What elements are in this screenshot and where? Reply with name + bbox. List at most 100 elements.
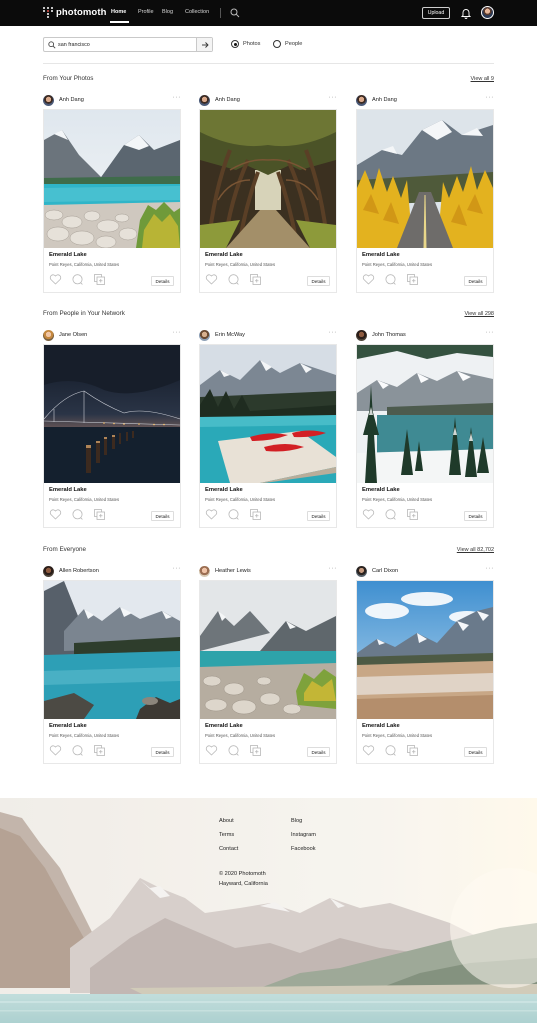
more-icon[interactable]: ···: [329, 94, 338, 102]
details-button[interactable]: Details: [464, 276, 487, 286]
card-user-name[interactable]: Jane Olsen: [59, 332, 87, 338]
details-button[interactable]: Details: [307, 276, 330, 286]
radio-people[interactable]: People: [273, 40, 302, 48]
footer-link-facebook[interactable]: Facebook: [291, 846, 316, 852]
details-button[interactable]: Details: [307, 511, 330, 521]
card-title: Emerald Lake: [205, 252, 243, 258]
details-button[interactable]: Details: [151, 747, 174, 757]
comment-icon[interactable]: [384, 508, 397, 521]
card-user-name[interactable]: Anh Dang: [59, 97, 84, 103]
heart-icon[interactable]: [362, 508, 375, 521]
footer-link-instagram[interactable]: Instagram: [291, 832, 316, 838]
user-avatar[interactable]: [199, 565, 210, 577]
heart-icon[interactable]: [49, 273, 62, 286]
heart-icon[interactable]: [49, 744, 62, 757]
add-to-collection-icon[interactable]: [93, 273, 106, 286]
more-icon[interactable]: ···: [173, 329, 182, 337]
card-user-name[interactable]: Heather Lewis: [215, 568, 251, 574]
view-all-link[interactable]: View all 9: [471, 76, 494, 82]
photo-thumbnail[interactable]: [357, 345, 493, 483]
add-to-collection-icon[interactable]: [93, 744, 106, 757]
card-header: Heather Lewis ···: [199, 565, 337, 577]
nav-collection[interactable]: Collection: [185, 9, 209, 15]
user-avatar[interactable]: [43, 94, 54, 106]
more-icon[interactable]: ···: [486, 94, 495, 102]
user-avatar[interactable]: [481, 6, 494, 19]
brand-logo[interactable]: photomoth: [43, 7, 107, 18]
heart-icon[interactable]: [205, 744, 218, 757]
nav-profile[interactable]: Profile: [138, 9, 154, 15]
heart-icon[interactable]: [362, 273, 375, 286]
heart-icon[interactable]: [205, 273, 218, 286]
add-to-collection-icon[interactable]: [93, 508, 106, 521]
details-button[interactable]: Details: [307, 747, 330, 757]
user-avatar[interactable]: [356, 565, 367, 577]
photo-thumbnail[interactable]: [200, 110, 336, 248]
details-button[interactable]: Details: [464, 747, 487, 757]
radio-photos[interactable]: Photos: [231, 40, 260, 48]
notifications-bell-icon[interactable]: [460, 7, 472, 19]
footer-link-about[interactable]: About: [219, 818, 234, 824]
photo-thumbnail[interactable]: [44, 581, 180, 719]
photo-thumbnail[interactable]: [200, 345, 336, 483]
more-icon[interactable]: ···: [173, 94, 182, 102]
photo-thumbnail[interactable]: [357, 110, 493, 248]
footer: About Terms Contact Blog Instagram Faceb…: [0, 798, 537, 1023]
comment-icon[interactable]: [71, 273, 84, 286]
nav-home[interactable]: Home: [111, 9, 126, 15]
add-to-collection-icon[interactable]: [249, 744, 262, 757]
card-user-name[interactable]: Anh Dang: [215, 97, 240, 103]
comment-icon[interactable]: [384, 273, 397, 286]
comment-icon[interactable]: [71, 508, 84, 521]
card-user-name[interactable]: Carl Dixon: [372, 568, 398, 574]
comment-icon[interactable]: [71, 744, 84, 757]
add-to-collection-icon[interactable]: [406, 744, 419, 757]
user-avatar[interactable]: [199, 94, 210, 106]
upload-button[interactable]: Upload: [422, 7, 450, 19]
card-header: Allen Robertson ···: [43, 565, 181, 577]
more-icon[interactable]: ···: [329, 565, 338, 573]
more-icon[interactable]: ···: [486, 565, 495, 573]
card-user-name[interactable]: Anh Dang: [372, 97, 397, 103]
nav-divider: [220, 8, 221, 18]
card-user-name[interactable]: John Thomas: [372, 332, 406, 338]
comment-icon[interactable]: [384, 744, 397, 757]
heart-icon[interactable]: [362, 744, 375, 757]
user-avatar[interactable]: [43, 329, 54, 341]
view-all-link[interactable]: View all 82,702: [457, 547, 494, 553]
photo-thumbnail[interactable]: [200, 581, 336, 719]
more-icon[interactable]: ···: [486, 329, 495, 337]
add-to-collection-icon[interactable]: [406, 508, 419, 521]
search-input[interactable]: [58, 41, 188, 48]
details-button[interactable]: Details: [464, 511, 487, 521]
more-icon[interactable]: ···: [329, 329, 338, 337]
card-actions: [362, 744, 419, 757]
search-submit-arrow-icon[interactable]: [196, 38, 212, 51]
footer-link-contact[interactable]: Contact: [219, 846, 238, 852]
card-user-name[interactable]: Erin McWay: [215, 332, 245, 338]
user-avatar[interactable]: [356, 94, 367, 106]
search-icon[interactable]: [230, 8, 240, 18]
photo-thumbnail[interactable]: [44, 345, 180, 483]
nav-blog[interactable]: Blog: [162, 9, 173, 15]
comment-icon[interactable]: [227, 744, 240, 757]
user-avatar[interactable]: [356, 329, 367, 341]
comment-icon[interactable]: [227, 508, 240, 521]
more-icon[interactable]: ···: [173, 565, 182, 573]
heart-icon[interactable]: [205, 508, 218, 521]
card-user-name[interactable]: Allen Robertson: [59, 568, 99, 574]
photo-thumbnail[interactable]: [357, 581, 493, 719]
add-to-collection-icon[interactable]: [406, 273, 419, 286]
comment-icon[interactable]: [227, 273, 240, 286]
view-all-link[interactable]: View all 298: [464, 311, 494, 317]
user-avatar[interactable]: [43, 565, 54, 577]
photo-thumbnail[interactable]: [44, 110, 180, 248]
heart-icon[interactable]: [49, 508, 62, 521]
details-button[interactable]: Details: [151, 511, 174, 521]
add-to-collection-icon[interactable]: [249, 273, 262, 286]
user-avatar[interactable]: [199, 329, 210, 341]
details-button[interactable]: Details: [151, 276, 174, 286]
footer-link-blog[interactable]: Blog: [291, 818, 302, 824]
add-to-collection-icon[interactable]: [249, 508, 262, 521]
footer-link-terms[interactable]: Terms: [219, 832, 234, 838]
